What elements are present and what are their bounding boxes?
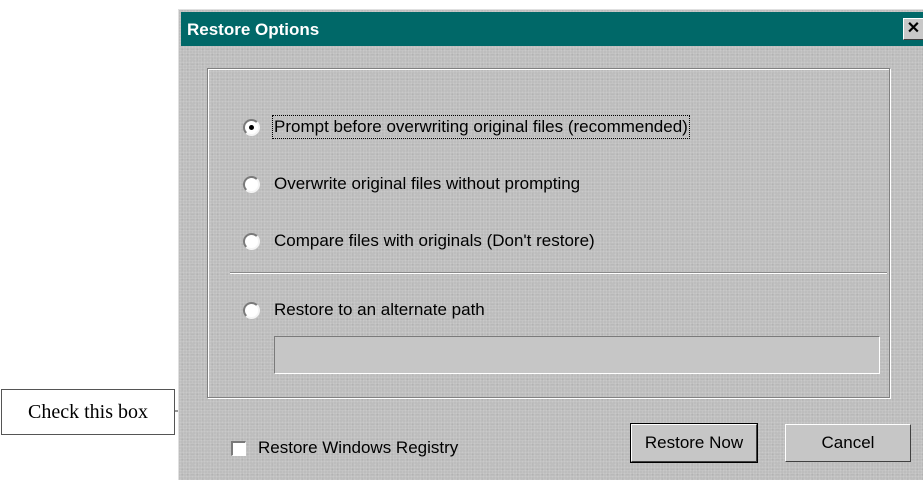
restore-options-dialog: Restore Options ✕ Prompt before overwrit…: [178, 9, 923, 480]
restore-registry-label: Restore Windows Registry: [258, 438, 459, 457]
radio-button[interactable]: [243, 118, 260, 136]
option-label: Overwrite original files without prompti…: [274, 174, 581, 193]
close-button[interactable]: ✕: [903, 18, 923, 40]
title-bar[interactable]: Restore Options ✕: [181, 12, 923, 46]
restore-registry-checkbox-row[interactable]: Restore Windows Registry: [231, 436, 458, 460]
alternate-path-field[interactable]: [274, 336, 880, 374]
option-label: Restore to an alternate path: [274, 300, 485, 319]
close-icon: ✕: [906, 20, 921, 37]
option-restore-alternate-path[interactable]: Restore to an alternate path: [243, 298, 485, 322]
radio-button[interactable]: [243, 175, 260, 193]
option-label: Prompt before overwriting original files…: [272, 115, 690, 139]
window-title: Restore Options: [187, 20, 320, 39]
radio-button[interactable]: [243, 301, 260, 319]
option-compare-files[interactable]: Compare files with originals (Don't rest…: [243, 229, 595, 253]
radio-selected-dot-icon: [249, 124, 254, 130]
option-separator: [230, 272, 887, 274]
option-overwrite-without-prompting[interactable]: Overwrite original files without prompti…: [243, 172, 580, 196]
callout-label: Check this box: [1, 389, 175, 435]
restore-now-button[interactable]: Restore Now: [630, 423, 758, 463]
cancel-button[interactable]: Cancel: [785, 424, 911, 462]
restore-registry-checkbox[interactable]: [231, 440, 246, 456]
restore-options-group: Prompt before overwriting original files…: [207, 68, 890, 398]
option-prompt-before-overwrite[interactable]: Prompt before overwriting original files…: [243, 115, 690, 139]
radio-button[interactable]: [243, 232, 260, 250]
option-label: Compare files with originals (Don't rest…: [274, 231, 595, 250]
